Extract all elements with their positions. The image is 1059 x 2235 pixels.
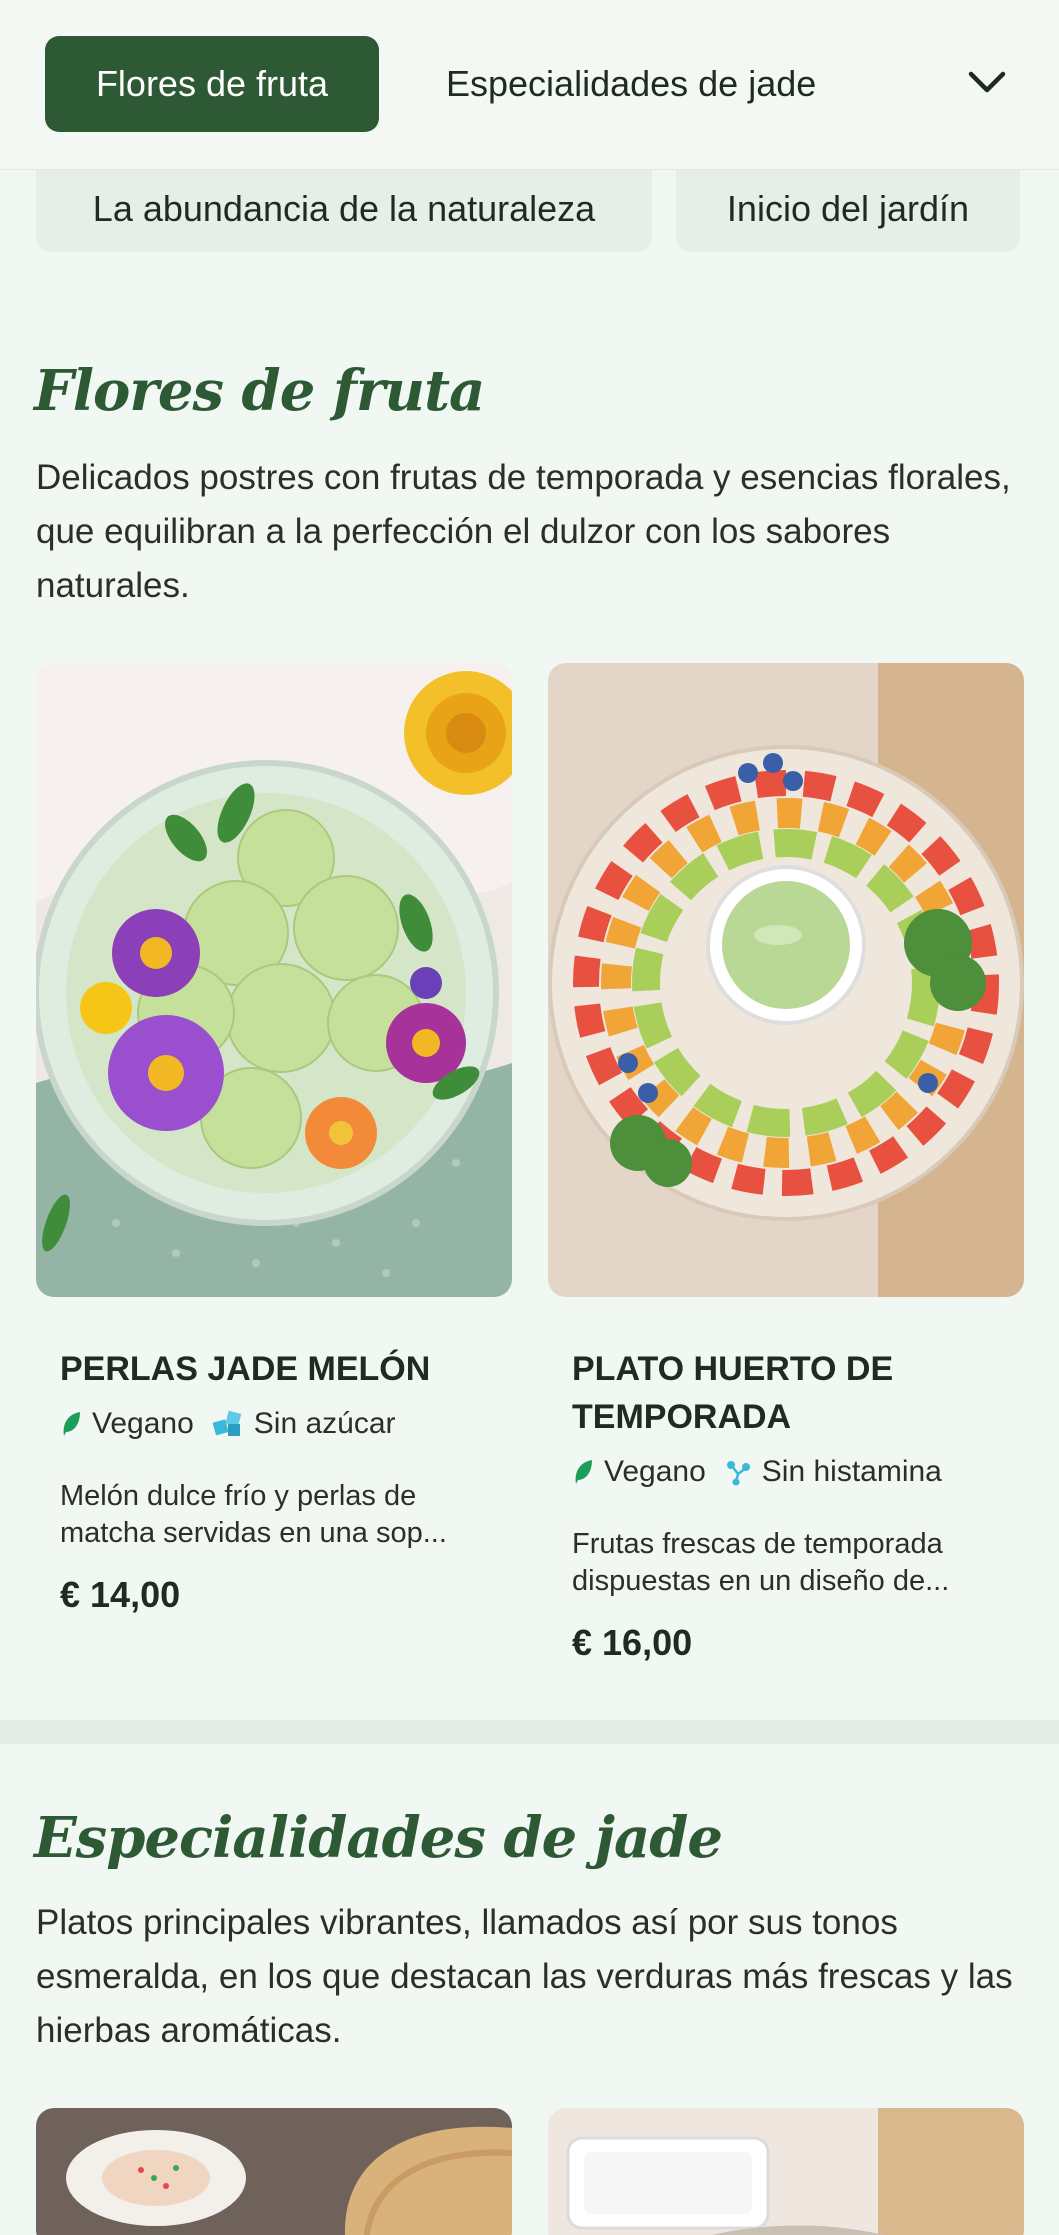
section-divider [0,1720,1059,1744]
section-title-especialidades: Especialidades de jade [34,1805,723,1871]
dietary-tags: Vegano Sin azúcar [60,1407,414,1441]
chevron-down-icon[interactable] [965,60,1009,104]
dish-description: Frutas frescas de temporada dispuestas e… [572,1528,950,1597]
leaf-icon [63,1412,80,1436]
section-title-flores: Flores de fruta [34,358,485,424]
tab-inicio-del-jardin[interactable]: Inicio del jardín [676,166,1020,252]
molecule-icon [726,1461,750,1486]
tag-vegano: Vegano [572,1455,706,1489]
dish-price: € 14,00 [60,1574,181,1615]
tab-la-abundancia[interactable]: La abundancia de la naturaleza [36,166,652,252]
menu-card-plato-huerto[interactable]: Plato huerto de temporada Vegano Sin his… [548,663,1024,1693]
sugar-cubes-icon [212,1410,242,1436]
dish-name: Plato huerto de temporada [572,1350,894,1436]
dish-image-baking-dish[interactable] [548,2108,1024,2235]
leaf-icon [575,1460,592,1484]
tag-sin-histamina: Sin histamina [724,1455,942,1489]
section-description-flores: Delicados postres con frutas de temporad… [36,458,1011,605]
section-description-especialidades: Platos principales vibrantes, llamados a… [36,1903,1013,2050]
dietary-tags: Vegano Sin histamina [572,1455,960,1489]
tab-flores-de-fruta[interactable]: Flores de fruta [45,36,379,132]
tag-sin-azucar: Sin azúcar [212,1407,396,1441]
dish-description: Melón dulce frío y perlas de matcha serv… [60,1480,447,1549]
tab-especialidades-de-jade[interactable]: Especialidades de jade [446,36,816,132]
dish-image-bao[interactable] [36,2108,512,2235]
dish-image-fruit-platter [548,663,1024,1297]
dish-name: Perlas jade melón [60,1350,431,1388]
tag-vegano: Vegano [60,1407,194,1441]
dish-price: € 16,00 [572,1622,693,1663]
category-tabs-bar: Flores de fruta Especialidades de jade [0,0,1059,170]
dish-image-melon-pearls [36,663,512,1297]
menu-card-perlas-jade[interactable]: Perlas jade melón Vegano Sin azúcar Meló… [36,663,512,1643]
